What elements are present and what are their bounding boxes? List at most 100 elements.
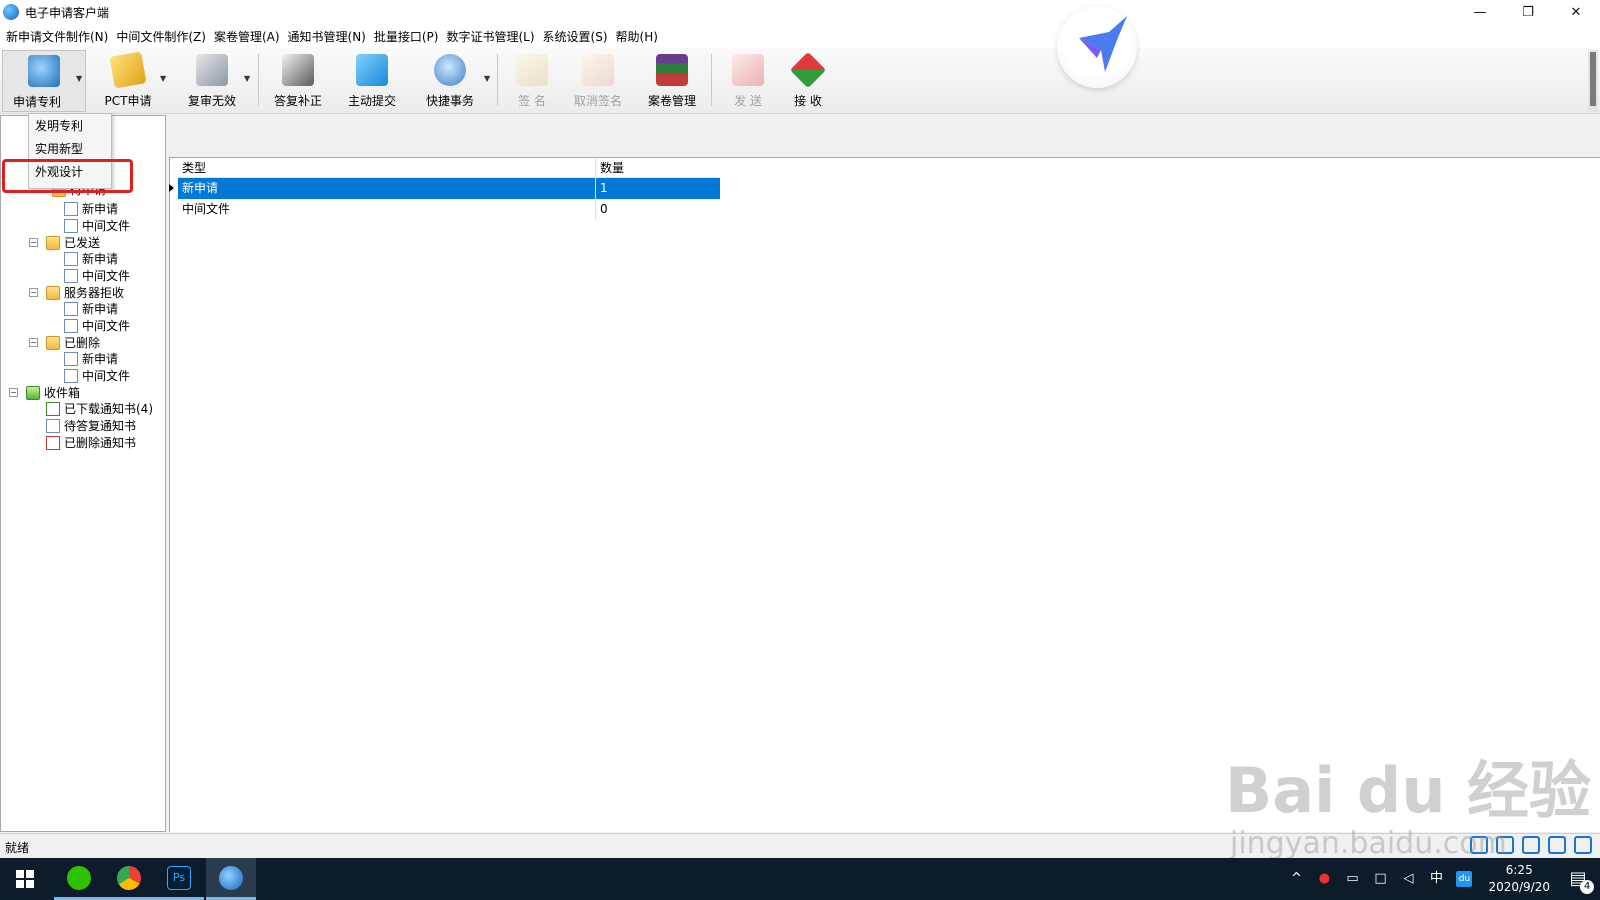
menu-certificate[interactable]: 数字证书管理(L) (442, 28, 538, 45)
menu-batch-interface[interactable]: 批量接口(P) (370, 28, 443, 45)
taskbar-browser[interactable] (104, 858, 154, 900)
toolbar-separator (711, 54, 712, 106)
window-controls: — ❐ ✕ (1456, 0, 1600, 24)
grid-icon[interactable] (1574, 836, 1592, 854)
cancel-sign-button[interactable]: 取消签名 (566, 50, 630, 112)
tree-group-rejected[interactable]: 服务器拒收 (46, 284, 124, 301)
reexam-icon (196, 54, 228, 86)
tree-item-deleted-notices[interactable]: 已删除通知书 (46, 434, 136, 451)
menu-item-invention-patent[interactable]: 发明专利 (35, 117, 83, 134)
pct-button[interactable]: PCT申请 (96, 50, 160, 112)
tree-item-middle-file[interactable]: 中间文件 (64, 217, 130, 234)
send-button[interactable]: 发 送 (716, 50, 780, 112)
table-row[interactable]: 中间文件 0 (178, 199, 720, 220)
notification-badge: 4 (1580, 880, 1594, 894)
tree-item-downloaded-notices[interactable]: 已下载通知书(4) (46, 400, 153, 417)
photoshop-icon: Ps (167, 865, 191, 890)
notification-center-button[interactable]: ▤ 4 (1564, 865, 1594, 894)
menu-notice-management[interactable]: 通知书管理(N) (284, 28, 370, 45)
network-icon[interactable]: □ (1372, 871, 1388, 887)
quick-affairs-dropdown-icon[interactable]: ▼ (484, 74, 490, 83)
watermark-url: jingyan.baidu.com (1230, 826, 1507, 861)
windows-icon (16, 870, 34, 888)
submit-doc-icon (356, 54, 388, 86)
column-header-type[interactable]: 类型 (178, 158, 596, 177)
document-icon (64, 268, 78, 283)
folder-icon (46, 235, 60, 250)
minimize-button[interactable]: — (1456, 0, 1504, 24)
user-icon[interactable] (1548, 836, 1566, 854)
apply-patent-button[interactable]: 申请专利 (2, 50, 86, 112)
reexam-dropdown-icon[interactable]: ▼ (244, 74, 250, 83)
apply-patent-dropdown-icon[interactable]: ▼ (76, 74, 82, 83)
tree-item-middle-file[interactable]: 中间文件 (64, 317, 130, 334)
cell-count: 0 (600, 202, 608, 216)
tree-group-sent[interactable]: 已发送 (46, 234, 100, 251)
toolbar-scrollbar[interactable] (1588, 50, 1598, 112)
toolbar: 申请专利 ▼ PCT申请 ▼ 复审无效 ▼ 答复补正 主动提交 快捷事务 ▼ 签… (0, 48, 1600, 114)
tree-group-inbox[interactable]: 收件箱 (26, 384, 80, 401)
reply-correction-button[interactable]: 答复补正 (266, 50, 330, 112)
clock-date: 2020/9/20 (1488, 880, 1550, 894)
sign-button[interactable]: 签 名 (500, 50, 564, 112)
table-header: 类型 数量 (178, 158, 720, 178)
pct-dropdown-icon[interactable]: ▼ (160, 74, 166, 83)
antivirus-icon[interactable]: ● (1316, 871, 1332, 887)
close-button[interactable]: ✕ (1552, 0, 1600, 24)
chevron-up-icon[interactable]: ^ (1288, 871, 1304, 887)
browser-icon (117, 865, 141, 890)
column-header-count[interactable]: 数量 (596, 158, 720, 177)
collapse-icon[interactable]: − (29, 288, 38, 297)
tree-item-new-application[interactable]: 新申请 (64, 200, 118, 217)
battery-icon[interactable]: ▭ (1344, 871, 1360, 887)
tree-item-middle-file[interactable]: 中间文件 (64, 367, 130, 384)
taskbar-e-application[interactable] (206, 858, 256, 900)
receive-button[interactable]: 接 收 (776, 50, 840, 112)
taskbar-photoshop[interactable]: Ps (154, 858, 204, 900)
cell-count: 1 (600, 181, 608, 195)
tree-item-new-application[interactable]: 新申请 (64, 250, 118, 267)
tree-group-deleted[interactable]: 已删除 (46, 334, 100, 351)
tree-item-middle-file[interactable]: 中间文件 (64, 267, 130, 284)
menu-settings[interactable]: 系统设置(S) (539, 28, 612, 45)
sign-icon (516, 54, 548, 86)
case-management-button[interactable]: 案卷管理 (640, 50, 704, 112)
ime-indicator[interactable]: 中 (1428, 871, 1444, 887)
document-icon (64, 251, 78, 266)
receive-icon (789, 51, 827, 89)
watermark-logo: Bai du 经验 (1225, 754, 1592, 827)
maximize-button[interactable]: ❐ (1504, 0, 1552, 24)
notice-icon (46, 418, 60, 433)
baidu-icon[interactable]: du (1456, 871, 1473, 887)
active-submit-button[interactable]: 主动提交 (340, 50, 404, 112)
scrollbar-thumb[interactable] (1590, 52, 1596, 106)
toolbar-separator (497, 54, 498, 106)
reexam-button[interactable]: 复审无效 (180, 50, 244, 112)
collapse-icon[interactable]: − (29, 338, 38, 347)
volume-icon[interactable]: ◁ (1400, 871, 1416, 887)
folder-icon (46, 285, 60, 300)
system-tray: ^ ● ▭ □ ◁ 中 du 6:25 2020/9/20 ▤ 4 (1282, 858, 1600, 900)
tree-item-new-application[interactable]: 新申请 (64, 350, 118, 367)
e-application-icon (219, 865, 243, 890)
collapse-icon[interactable]: − (9, 388, 18, 397)
screen-icon[interactable] (1522, 836, 1540, 854)
menu-new-application[interactable]: 新申请文件制作(N) (2, 28, 112, 45)
menu-item-utility-model[interactable]: 实用新型 (35, 140, 83, 157)
clock[interactable]: 6:25 2020/9/20 (1488, 862, 1550, 896)
collapse-icon[interactable]: − (29, 238, 38, 247)
tree-item-pending-notices[interactable]: 待答复通知书 (46, 417, 136, 434)
send-icon (732, 54, 764, 86)
menu-middle-file[interactable]: 中间文件制作(Z) (112, 28, 210, 45)
bird-logo (1057, 6, 1137, 88)
cell-type: 中间文件 (178, 199, 596, 220)
document-icon (64, 301, 78, 316)
menu-help[interactable]: 帮助(H) (612, 28, 662, 45)
quick-affairs-button[interactable]: 快捷事务 (418, 50, 482, 112)
tree-item-new-application[interactable]: 新申请 (64, 300, 118, 317)
table-row[interactable]: 新申请 1 (169, 178, 720, 199)
document-icon (64, 201, 78, 216)
menu-case-management[interactable]: 案卷管理(A) (210, 28, 284, 45)
start-button[interactable] (0, 858, 50, 900)
taskbar-wechat[interactable] (54, 858, 104, 900)
